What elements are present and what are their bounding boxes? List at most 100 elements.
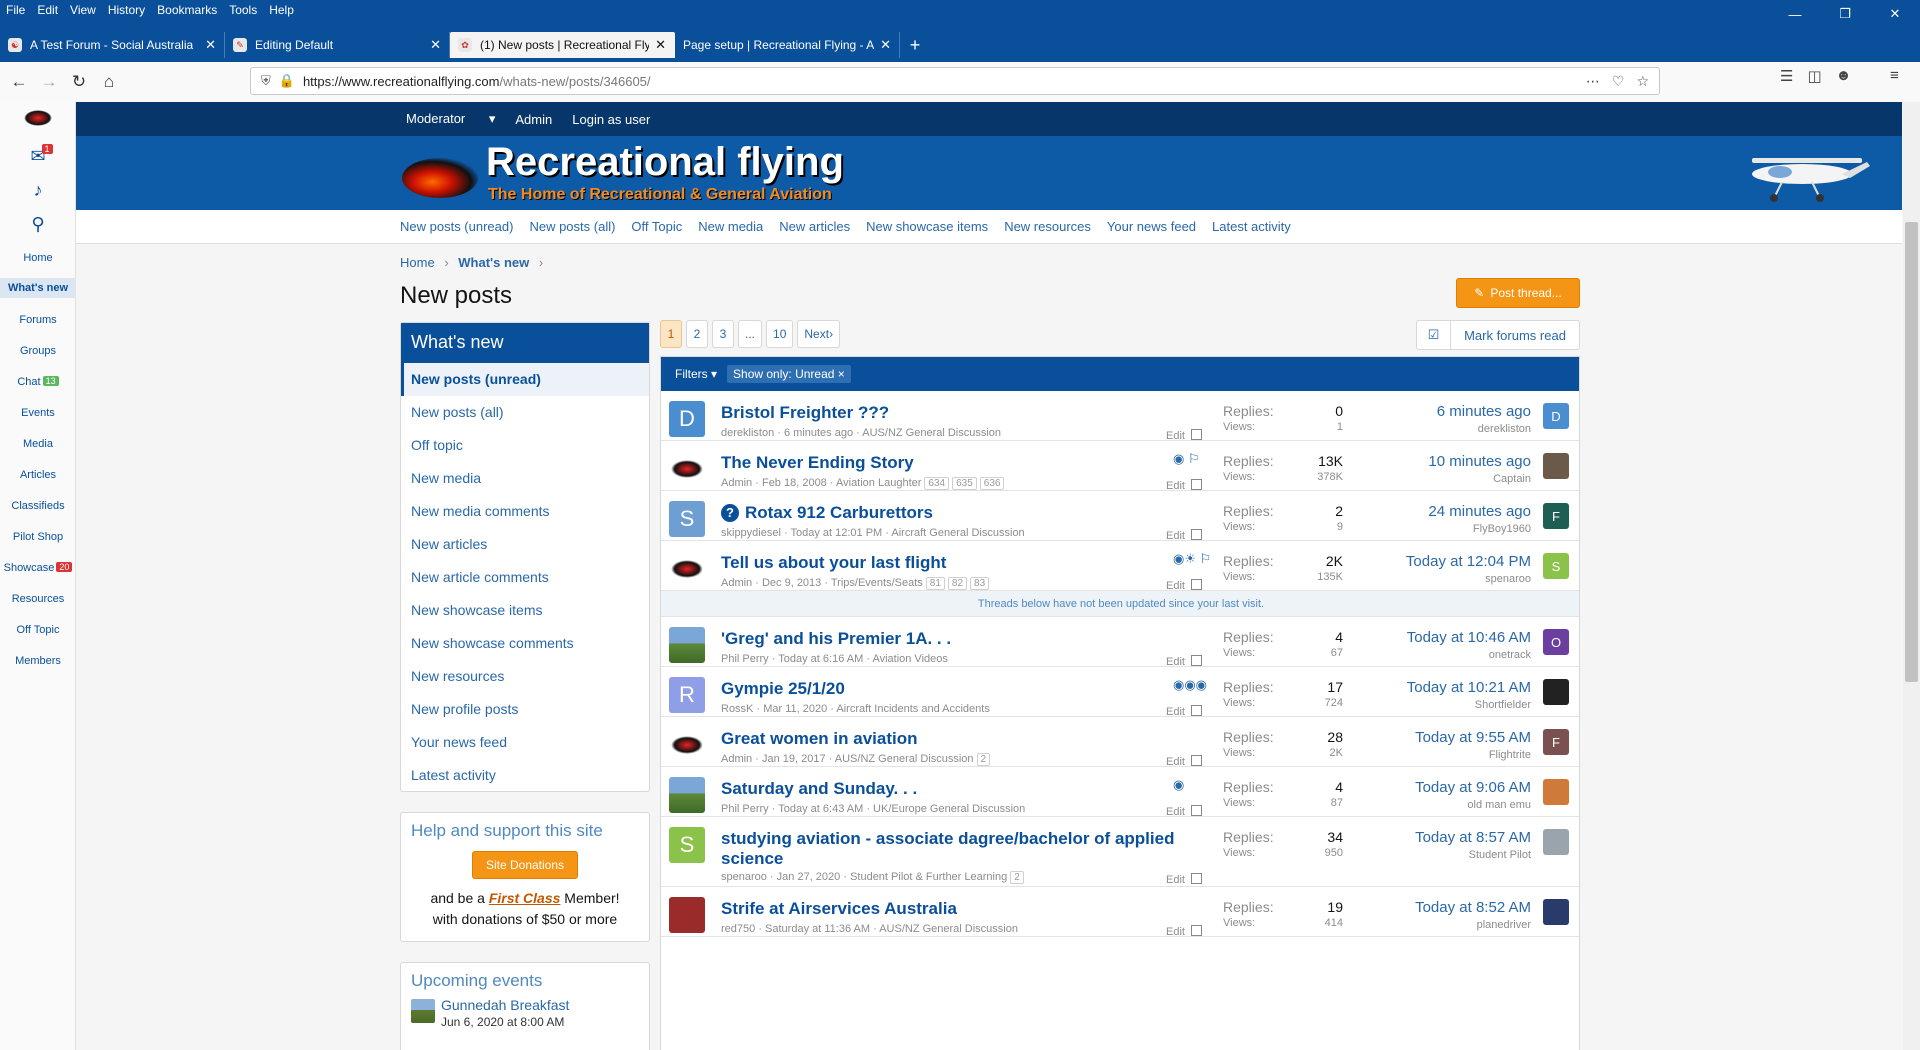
admin-avatar[interactable] bbox=[669, 727, 705, 763]
thread-date[interactable]: Dec 9, 2013 bbox=[762, 577, 821, 589]
whats-new-item[interactable]: New showcase items bbox=[401, 594, 649, 627]
avatar[interactable] bbox=[669, 777, 705, 813]
subnav-new-posts-all[interactable]: New posts (all) bbox=[529, 219, 615, 234]
thread-author[interactable]: RossK bbox=[721, 703, 753, 715]
filter-chip-unread[interactable]: Show only: Unread × bbox=[727, 365, 851, 383]
last-post-time[interactable]: 6 minutes ago bbox=[1437, 403, 1531, 420]
avatar[interactable] bbox=[669, 627, 705, 663]
minimize-icon[interactable]: — bbox=[1770, 0, 1820, 28]
thread-row[interactable]: Strife at Airservices Australia red750 · … bbox=[661, 887, 1579, 938]
thread-forum[interactable]: Aviation Laughter bbox=[836, 477, 921, 489]
scrollbar-thumb[interactable] bbox=[1905, 222, 1918, 682]
thread-author[interactable]: Phil Perry bbox=[721, 803, 769, 815]
rail-item-pilot-shop[interactable]: Pilot Shop bbox=[0, 531, 76, 543]
last-post-time[interactable]: 24 minutes ago bbox=[1428, 503, 1531, 520]
last-poster-avatar[interactable] bbox=[1543, 779, 1569, 805]
thread-author[interactable]: derekliston bbox=[721, 427, 774, 439]
thread-forum[interactable]: Aircraft Incidents and Accidents bbox=[836, 703, 989, 715]
page-jump-link[interactable]: 2 bbox=[976, 753, 991, 766]
whats-new-item[interactable]: New posts (unread) bbox=[401, 363, 649, 396]
home-icon[interactable]: ⌂ bbox=[94, 67, 124, 97]
last-post-user[interactable]: planedriver bbox=[1477, 919, 1531, 931]
thread-author[interactable]: Admin bbox=[721, 477, 752, 489]
whats-new-item[interactable]: New media comments bbox=[401, 495, 649, 528]
site-logo-icon[interactable] bbox=[0, 110, 76, 131]
search-icon[interactable]: ⚲ bbox=[0, 214, 76, 235]
subnav-new-posts-unread[interactable]: New posts (unread) bbox=[400, 219, 513, 234]
subnav-off-topic[interactable]: Off Topic bbox=[631, 219, 682, 234]
logo-title[interactable]: Recreational flying bbox=[486, 140, 844, 185]
page-10[interactable]: 10 bbox=[766, 320, 794, 348]
avatar[interactable]: D bbox=[669, 401, 705, 437]
last-post-user[interactable]: Student Pilot bbox=[1469, 849, 1531, 861]
last-post-user[interactable]: FlyBoy1960 bbox=[1473, 523, 1531, 535]
select-checkbox[interactable] bbox=[1190, 805, 1202, 816]
select-checkbox[interactable] bbox=[1190, 529, 1202, 540]
thread-date[interactable]: 6 minutes ago bbox=[784, 427, 853, 439]
last-poster-avatar[interactable]: F bbox=[1543, 729, 1569, 755]
thread-title[interactable]: 'Greg' and his Premier 1A. . . bbox=[721, 629, 951, 649]
sidebar-toggle-icon[interactable]: ◫ bbox=[1807, 67, 1821, 85]
page-jump-link[interactable]: 636 bbox=[979, 477, 1005, 490]
last-post-user[interactable]: onetrack bbox=[1489, 649, 1531, 661]
restore-icon[interactable]: ❐ bbox=[1820, 0, 1870, 28]
thread-forum[interactable]: Aircraft General Discussion bbox=[891, 527, 1024, 539]
last-post-time[interactable]: Today at 9:55 AM bbox=[1415, 729, 1531, 746]
menu-edit[interactable]: Edit bbox=[37, 3, 58, 17]
close-tab-icon[interactable]: ✕ bbox=[655, 37, 666, 53]
rail-item-whats-new[interactable]: What's new bbox=[0, 278, 76, 298]
rail-item-forums[interactable]: Forums bbox=[0, 314, 76, 326]
last-post-user[interactable]: spenaroo bbox=[1485, 573, 1531, 585]
whats-new-item[interactable]: New articles bbox=[401, 528, 649, 561]
library-icon[interactable]: ☰ bbox=[1780, 67, 1793, 85]
reload-icon[interactable]: ↻ bbox=[64, 67, 94, 97]
thread-forum[interactable]: AUS/NZ General Discussion bbox=[835, 753, 974, 765]
last-poster-avatar[interactable] bbox=[1543, 899, 1569, 925]
event-name[interactable]: Gunnedah Breakfast bbox=[441, 997, 639, 1013]
last-poster-avatar[interactable] bbox=[1543, 453, 1569, 479]
select-checkbox[interactable] bbox=[1190, 873, 1202, 884]
subnav-new-media[interactable]: New media bbox=[698, 219, 763, 234]
filters-menu[interactable]: Filters ▾ bbox=[675, 367, 717, 381]
select-checkbox[interactable] bbox=[1190, 429, 1202, 440]
thread-row[interactable]: Great women in aviation Admin · Jan 19, 2… bbox=[661, 717, 1579, 768]
browser-tab-4[interactable]: Page setup | Recreational Flying - A ✕ bbox=[675, 32, 900, 58]
select-checkbox[interactable] bbox=[1190, 755, 1202, 766]
admin-avatar[interactable] bbox=[669, 451, 705, 487]
account-icon[interactable]: ☻ bbox=[1836, 67, 1852, 85]
last-poster-avatar[interactable]: S bbox=[1543, 553, 1569, 579]
rail-item-articles[interactable]: Articles bbox=[0, 469, 76, 481]
breadcrumb-whats-new[interactable]: What's new bbox=[458, 255, 529, 270]
thread-date[interactable]: Mar 11, 2020 bbox=[763, 703, 827, 715]
rail-item-resources[interactable]: Resources bbox=[0, 593, 76, 605]
thread-forum[interactable]: Trips/Events/Seats bbox=[831, 577, 923, 589]
mail-icon[interactable]: ✉ 1 bbox=[0, 144, 76, 167]
last-post-user[interactable]: Shortfielder bbox=[1475, 699, 1531, 711]
next-page-button[interactable]: Next › bbox=[797, 320, 841, 348]
last-post-time[interactable]: Today at 8:52 AM bbox=[1415, 899, 1531, 916]
thread-row[interactable]: S? Rotax 912 Carburettors skippydiesel · T… bbox=[661, 491, 1579, 542]
post-thread-button[interactable]: ✎ Post thread... bbox=[1456, 278, 1580, 308]
last-post-user[interactable]: derekliston bbox=[1478, 423, 1531, 435]
last-post-time[interactable]: 10 minutes ago bbox=[1428, 453, 1531, 470]
select-checkbox[interactable] bbox=[1190, 479, 1202, 490]
thread-title[interactable]: Saturday and Sunday. . . bbox=[721, 779, 917, 799]
select-checkbox[interactable] bbox=[1190, 655, 1202, 666]
subnav-new-articles[interactable]: New articles bbox=[779, 219, 850, 234]
page-jump-link[interactable]: 634 bbox=[924, 477, 950, 490]
thread-date[interactable]: Today at 6:43 AM bbox=[778, 803, 863, 815]
thread-row[interactable]: Sstudying aviation - associate dagree/ba… bbox=[661, 817, 1579, 887]
thread-author[interactable]: red750 bbox=[721, 923, 755, 935]
whats-new-item[interactable]: New profile posts bbox=[401, 693, 649, 726]
rail-item-classifieds[interactable]: Classifieds bbox=[0, 500, 76, 512]
subnav-new-resources[interactable]: New resources bbox=[1004, 219, 1091, 234]
thread-date[interactable]: Jan 27, 2020 bbox=[777, 871, 841, 883]
rail-item-chat[interactable]: Chat 13 bbox=[0, 376, 76, 388]
menu-bookmarks[interactable]: Bookmarks bbox=[157, 3, 217, 17]
whats-new-item[interactable]: Your news feed bbox=[401, 726, 649, 759]
thread-author[interactable]: skippydiesel bbox=[721, 527, 781, 539]
close-tab-icon[interactable]: ✕ bbox=[880, 37, 891, 53]
thread-row[interactable]: Saturday and Sunday. . . Phil Perry · Tod… bbox=[661, 767, 1579, 818]
page-2[interactable]: 2 bbox=[686, 320, 708, 348]
rail-item-groups[interactable]: Groups bbox=[0, 345, 76, 357]
